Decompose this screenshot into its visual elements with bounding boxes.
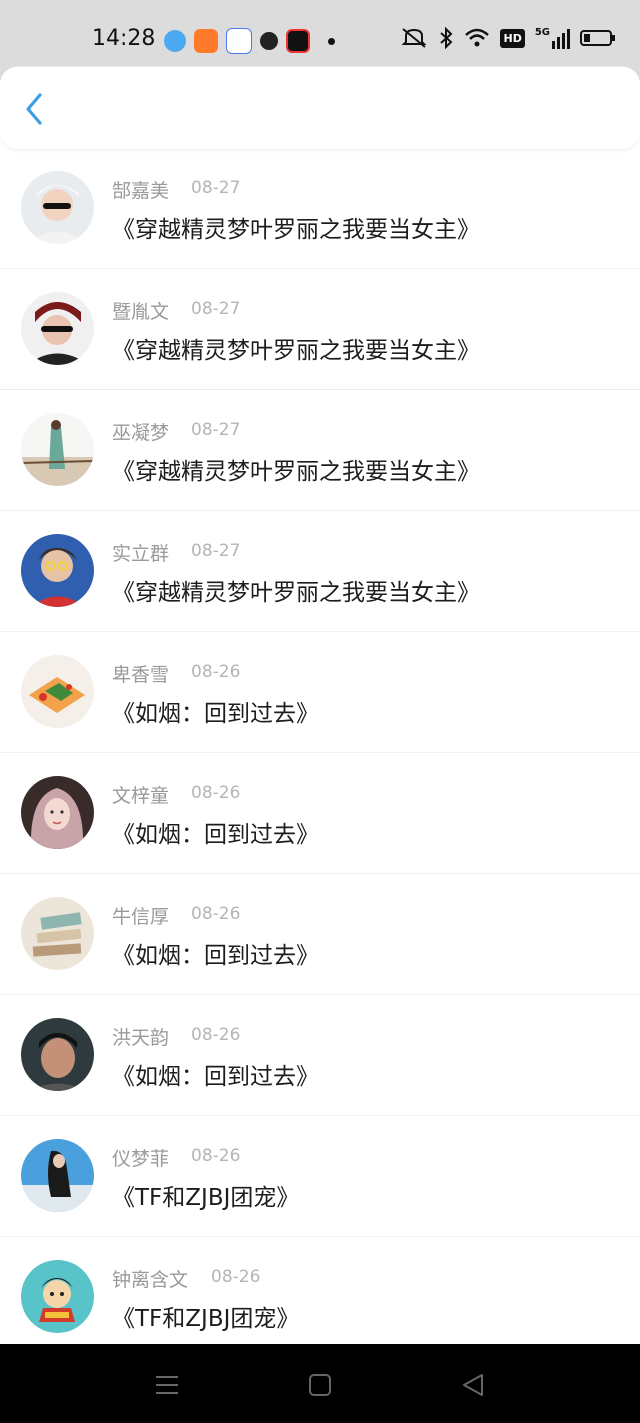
list-item[interactable]: 卑香雪 08-26 《如烟：回到过去》 [0,632,640,753]
book-title[interactable]: 《穿越精灵梦叶罗丽之我要当女主》 [112,210,480,244]
book-title[interactable]: 《穿越精灵梦叶罗丽之我要当女主》 [112,331,480,365]
book-title[interactable]: 《如烟：回到过去》 [112,815,319,849]
follower-list: 郜嘉美 08-27 《穿越精灵梦叶罗丽之我要当女主》 暨胤文 08-27 《穿越… [0,148,640,1357]
book-title[interactable]: 《如烟：回到过去》 [112,936,319,970]
avatar[interactable] [21,1018,94,1091]
user-name[interactable]: 牛信厚 [112,902,169,929]
avatar[interactable] [21,1260,94,1333]
menu-icon [156,1376,178,1394]
user-name[interactable]: 郜嘉美 [112,176,169,203]
battery-icon [580,30,615,46]
comment-date: 08-27 [191,420,241,440]
comment-date: 08-26 [191,1146,241,1166]
hd-icon: HD [500,28,525,48]
app-orange-icon [194,29,218,53]
user-name[interactable]: 实立群 [112,539,169,566]
comment-date: 08-26 [191,904,241,924]
comment-date: 08-26 [191,662,241,682]
book-title[interactable]: 《TF和ZJBJ团宠》 [112,1299,299,1333]
comment-date: 08-27 [191,299,241,319]
menu-button[interactable] [152,1370,182,1400]
app-baidu-icon [226,28,252,54]
user-name[interactable]: 卑香雪 [112,660,169,687]
list-item[interactable]: 巫凝梦 08-27 《穿越精灵梦叶罗丽之我要当女主》 [0,390,640,511]
5g-signal-icon: 5G [535,27,570,49]
avatar[interactable] [21,655,94,728]
user-name[interactable]: 钟离含文 [112,1265,188,1292]
header-bar [0,66,640,149]
comment-date: 08-26 [191,783,241,803]
avatar[interactable] [21,897,94,970]
avatar[interactable] [21,171,94,244]
home-icon [309,1374,331,1396]
status-system-icons: HD 5G [400,26,616,50]
user-name[interactable]: 文梓童 [112,781,169,808]
app-qq-icon [164,30,186,52]
book-title[interactable]: 《如烟：回到过去》 [112,1057,319,1091]
chevron-left-icon [26,93,42,125]
5g-label: 5G [534,27,550,38]
list-item[interactable]: 暨胤文 08-27 《穿越精灵梦叶罗丽之我要当女主》 [0,269,640,390]
avatar[interactable] [21,292,94,365]
app-penguin-icon [260,32,278,50]
user-name[interactable]: 暨胤文 [112,297,169,324]
comment-date: 08-26 [211,1267,261,1287]
avatar[interactable] [21,534,94,607]
avatar[interactable] [21,1139,94,1212]
comment-date: 08-27 [191,541,241,561]
system-nav-bar [0,1344,640,1423]
app-video-icon [286,29,310,53]
list-item[interactable]: 郜嘉美 08-27 《穿越精灵梦叶罗丽之我要当女主》 [0,148,640,269]
home-button[interactable] [305,1370,335,1400]
book-title[interactable]: 《穿越精灵梦叶罗丽之我要当女主》 [112,573,480,607]
list-item[interactable]: 实立群 08-27 《穿越精灵梦叶罗丽之我要当女主》 [0,511,640,632]
comment-date: 08-27 [191,178,241,198]
user-name[interactable]: 仪梦菲 [112,1144,169,1171]
comment-date: 08-26 [191,1025,241,1045]
list-item[interactable]: 文梓童 08-26 《如烟：回到过去》 [0,753,640,874]
list-item[interactable]: 洪天韵 08-26 《如烟：回到过去》 [0,995,640,1116]
avatar[interactable] [21,413,94,486]
list-item[interactable]: 牛信厚 08-26 《如烟：回到过去》 [0,874,640,995]
book-title[interactable]: 《TF和ZJBJ团宠》 [112,1178,299,1212]
mute-icon [402,28,427,48]
book-title[interactable]: 《如烟：回到过去》 [112,694,319,728]
user-name[interactable]: 洪天韵 [112,1023,169,1050]
back-nav-button[interactable] [458,1370,488,1400]
bluetooth-icon [440,26,453,50]
book-title[interactable]: 《穿越精灵梦叶罗丽之我要当女主》 [112,452,480,486]
avatar[interactable] [21,776,94,849]
wifi-icon [465,28,490,47]
back-button[interactable] [14,89,54,129]
list-item[interactable]: 仪梦菲 08-26 《TF和ZJBJ团宠》 [0,1116,640,1237]
user-name[interactable]: 巫凝梦 [112,418,169,445]
back-icon [463,1374,483,1396]
status-app-icons [164,28,335,54]
list-item[interactable]: 钟离含文 08-26 《TF和ZJBJ团宠》 [0,1237,640,1357]
status-time: 14:28 [92,26,156,51]
dot-icon [328,37,335,45]
